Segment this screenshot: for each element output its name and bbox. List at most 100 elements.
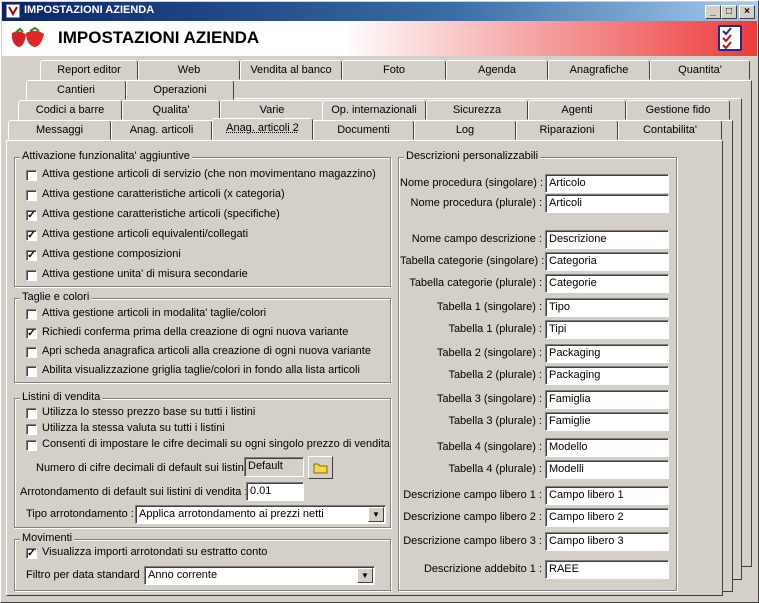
tab-log[interactable]: Log [414, 120, 516, 140]
descr-input-16[interactable]: Campo libero 3 [545, 532, 669, 551]
descr-input-4[interactable]: Categoria [545, 252, 669, 271]
attivazione-checkbox-2[interactable] [26, 190, 37, 201]
taglie-group-title: Taglie e colori [20, 291, 92, 303]
taglie-checkbox-1[interactable] [26, 309, 37, 320]
tab-vendita-al-banco[interactable]: Vendita al banco [240, 60, 342, 80]
tab-anagrafiche[interactable]: Anagrafiche [548, 60, 650, 80]
filtro-data-select[interactable]: Anno corrente [144, 566, 375, 585]
tab-anag-articoli[interactable]: Anag. articoli [111, 120, 212, 140]
maximize-button[interactable]: □ [721, 5, 737, 19]
descr-label-1: Nome procedura (singolare) : [400, 177, 544, 189]
taglie-checkbox-4[interactable] [26, 366, 37, 377]
tab-foto[interactable]: Foto [342, 60, 446, 80]
descr-input-15[interactable]: Campo libero 2 [545, 508, 669, 527]
descr-input-1[interactable]: Articolo [545, 174, 669, 193]
taglie-checkbox-2[interactable]: ✓ [26, 328, 37, 339]
movimenti-checkbox-label: Visualizza importi arrotondati su estrat… [42, 546, 268, 558]
folder-button[interactable] [308, 456, 333, 479]
tab-gestione-fido[interactable]: Gestione fido [626, 100, 730, 120]
tipo-arrot-value: Applica arrotondamento ai prezzi netti [139, 508, 324, 520]
listini-checkbox-label: Consenti di impostare le cifre decimali … [42, 438, 390, 450]
listini-checkbox-label: Utilizza la stessa valuta su tutti i lis… [42, 422, 225, 434]
descr-label-14: Descrizione campo libero 1 : [403, 489, 542, 501]
tab-codici-a-barre[interactable]: Codici a barre [18, 100, 122, 120]
descr-input-3[interactable]: Descrizione [545, 230, 669, 249]
listini-group-title: Listini di vendita [20, 391, 103, 403]
descr-input-5[interactable]: Categorie [545, 274, 669, 293]
descr-label-12: Tabella 4 (singolare) : [436, 441, 542, 453]
movimenti-group-title: Movimenti [20, 532, 75, 544]
tab-anag-articoli-2[interactable]: Anag. articoli 2 [212, 118, 313, 140]
tab-quantita[interactable]: Quantita' [650, 60, 750, 80]
descr-input-6[interactable]: Tipo [545, 298, 669, 317]
descr-label-9: Tabella 2 (plurale) : [448, 369, 542, 381]
tab-riparazioni[interactable]: Riparazioni [516, 120, 618, 140]
filtro-data-label: Filtro per data standard : [26, 569, 146, 581]
descr-input-14[interactable]: Campo libero 1 [545, 486, 669, 505]
minimize-button[interactable]: _ [705, 5, 721, 19]
attivazione-checkbox-6[interactable] [26, 270, 37, 281]
title-bar[interactable]: IMPOSTAZIONI AZIENDA _ □ × [2, 2, 757, 21]
decimali-field[interactable]: Default [244, 457, 304, 477]
descr-input-7[interactable]: Tipi [545, 320, 669, 339]
window-title: IMPOSTAZIONI AZIENDA [24, 4, 155, 16]
descr-label-4: Tabella categorie (singolare) : [400, 255, 545, 267]
tab-sicurezza[interactable]: Sicurezza [426, 100, 528, 120]
decimali-label: Numero di cifre decimali di default sui … [36, 462, 253, 474]
arrot-input[interactable]: 0.01 [246, 482, 304, 501]
taglie-checkbox-3[interactable] [26, 347, 37, 358]
header-banner: IMPOSTAZIONI AZIENDA [2, 21, 757, 56]
listini-checkbox-1[interactable] [26, 408, 37, 419]
filtro-data-chevron-down-icon[interactable]: ▼ [357, 568, 373, 583]
descr-label-6: Tabella 1 (singolare) : [436, 301, 542, 313]
descr-input-13[interactable]: Modelli [545, 460, 669, 479]
descr-input-11[interactable]: Famiglie [545, 412, 669, 431]
attivazione-checkbox-3[interactable]: ✓ [26, 210, 37, 221]
tab-documenti[interactable]: Documenti [313, 120, 414, 140]
filtro-data-value: Anno corrente [148, 569, 218, 581]
descr-input-17[interactable]: RAEE [545, 560, 669, 579]
descr-label-2: Nome procedura (plurale) : [410, 197, 542, 209]
attivazione-checkbox-4[interactable]: ✓ [26, 230, 37, 241]
attivazione-checkbox-label: Attiva gestione composizioni [42, 248, 181, 260]
tab-operazioni[interactable]: Operazioni [126, 80, 234, 100]
attivazione-checkbox-label: Attiva gestione articoli di servizio (ch… [42, 168, 376, 180]
listini-checkbox-3[interactable] [26, 440, 37, 451]
tab-contabilita[interactable]: Contabilita' [618, 120, 722, 140]
attivazione-checkbox-label: Attiva gestione caratteristiche articoli… [42, 208, 280, 220]
descr-label-16: Descrizione campo libero 3 : [403, 535, 542, 547]
tab-qualita[interactable]: Qualita' [122, 100, 220, 120]
attivazione-checkbox-label: Attiva gestione caratteristiche articoli… [42, 188, 285, 200]
tab-cantieri[interactable]: Cantieri [26, 80, 126, 100]
tipo-arrot-chevron-down-icon[interactable]: ▼ [368, 507, 384, 522]
descr-label-5: Tabella categorie (plurale) : [409, 277, 542, 289]
descr-input-9[interactable]: Packaging [545, 366, 669, 385]
descr-input-12[interactable]: Modello [545, 438, 669, 457]
tab-agenti[interactable]: Agenti [528, 100, 626, 120]
attivazione-checkbox-5[interactable]: ✓ [26, 250, 37, 261]
tipo-arrot-select[interactable]: Applica arrotondamento ai prezzi netti [135, 505, 386, 524]
descr-label-13: Tabella 4 (plurale) : [448, 463, 542, 475]
arrot-label: Arrotondamento di default sui listini di… [20, 486, 248, 498]
tab-op-internazionali[interactable]: Op. internazionali [322, 100, 426, 120]
header-title: IMPOSTAZIONI AZIENDA [58, 28, 260, 47]
descr-input-8[interactable]: Packaging [545, 344, 669, 363]
listini-checkbox-2[interactable] [26, 424, 37, 435]
tab-web[interactable]: Web [138, 60, 240, 80]
tab-agenda[interactable]: Agenda [446, 60, 548, 80]
descr-input-10[interactable]: Famiglia [545, 390, 669, 409]
descr-label-11: Tabella 3 (plurale) : [448, 415, 542, 427]
tab-report-editor[interactable]: Report editor [40, 60, 138, 80]
tab-messaggi[interactable]: Messaggi [8, 120, 111, 140]
close-button[interactable]: × [739, 5, 755, 19]
attivazione-checkbox-1[interactable] [26, 170, 37, 181]
descr-input-2[interactable]: Articoli [545, 194, 669, 213]
movimenti-checkbox[interactable]: ✓ [26, 548, 37, 559]
descr-label-7: Tabella 1 (plurale) : [448, 323, 542, 335]
taglie-checkbox-label: Abilita visualizzazione griglia taglie/c… [42, 364, 360, 376]
folder-icon [313, 463, 328, 474]
tab-varie[interactable]: Varie [220, 100, 324, 120]
taglie-checkbox-label: Apri scheda anagrafica articoli alla cre… [42, 345, 371, 357]
descr-label-17: Descrizione addebito 1 : [423, 563, 542, 575]
descr-label-8: Tabella 2 (singolare) : [436, 347, 542, 359]
